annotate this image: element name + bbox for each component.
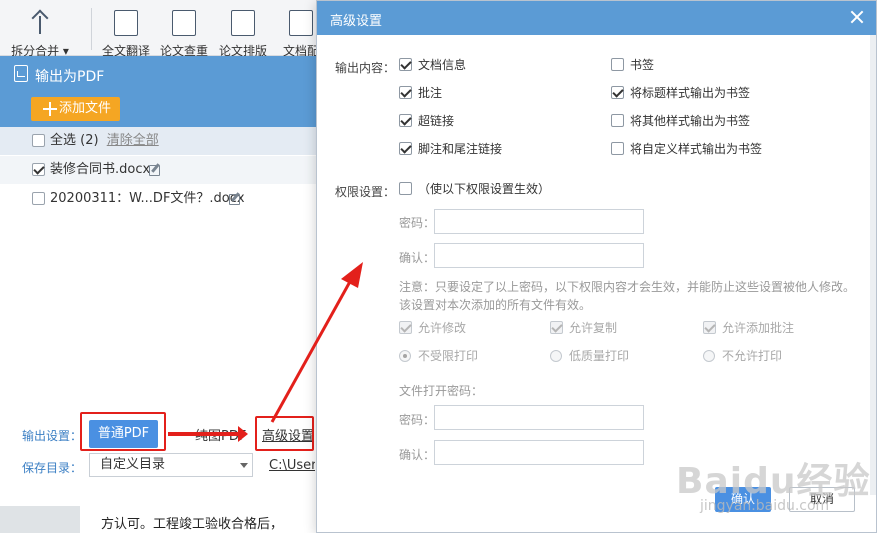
open-password-input[interactable] [434, 405, 644, 430]
password-input[interactable] [434, 209, 644, 234]
save-directory-select[interactable]: 自定义目录 [89, 453, 253, 477]
edit-icon[interactable] [149, 165, 160, 176]
heading-bookmark-label: 将标题样式输出为书签 [630, 86, 751, 100]
clear-all-link[interactable]: 清除全部 [107, 133, 159, 148]
select-all-label: 全选 (2) [50, 133, 99, 148]
output-settings-label: 输出设置： [22, 429, 83, 443]
file-name: 20200311：W...DF文件？.docx [50, 191, 245, 206]
checkbox[interactable] [703, 321, 716, 334]
file-row[interactable]: 20200311：W...DF文件？.docx [0, 185, 318, 213]
annotation-arrow-right [168, 426, 248, 442]
plus-icon [43, 102, 57, 116]
checkbox[interactable] [550, 321, 563, 334]
doc-info-label: 文档信息 [418, 58, 467, 72]
permission-note: 注意：只要设定了以上密码，以下权限内容才会生效，并能防止这些设置被他人修改。该设… [399, 280, 856, 312]
custom-style-bookmark-label: 将自定义样式输出为书签 [630, 142, 763, 156]
document-text: 方认可。工程竣工验收合格后， [101, 517, 284, 532]
dialog-title: 高级设置 [330, 14, 383, 29]
radio[interactable] [399, 350, 411, 362]
save-directory-label: 保存目录： [22, 461, 83, 475]
export-pdf-title: 输出为PDF [35, 69, 105, 85]
save-path-link[interactable]: C:\Users [269, 458, 315, 473]
dialog-titlebar: 高级设置 [317, 1, 876, 35]
open-password-field-label: 密码： [399, 413, 436, 427]
hyperlink-label: 超链接 [418, 114, 455, 128]
allow-annotate-label: 允许添加批注 [722, 321, 795, 335]
select-all-text: 全选 (2) 清除全部 [50, 127, 159, 155]
comments-label: 批注 [418, 86, 443, 100]
annotation-box-normal-pdf [80, 412, 166, 451]
file-checkbox[interactable] [32, 192, 45, 205]
edit-icon[interactable] [229, 194, 240, 205]
close-icon[interactable] [850, 10, 864, 24]
radio[interactable] [550, 350, 562, 362]
select-all-checkbox[interactable] [32, 134, 45, 147]
checkbox[interactable] [399, 142, 412, 155]
checkbox[interactable] [399, 114, 412, 127]
file-name: 装修合同书.docx [50, 162, 151, 177]
confirm-password-input[interactable] [434, 243, 644, 268]
save-directory-value: 自定义目录 [100, 457, 166, 472]
export-pdf-header: 输出为PDF 添加文件 [0, 56, 318, 127]
baidu-watermark-logo: Baidu经验 [676, 461, 871, 502]
dialog-scrollbar[interactable] [870, 35, 876, 495]
radio[interactable] [703, 350, 715, 362]
baidu-watermark-url: jingyan.baidu.com [700, 498, 830, 514]
pdf-export-icon [14, 65, 28, 82]
add-file-button[interactable]: 添加文件 [31, 97, 120, 121]
layout-document-icon [231, 10, 255, 36]
split-merge-button[interactable]: 拆分合并 ▾ [5, 10, 75, 59]
output-content-label: 输出内容： [335, 61, 396, 75]
file-row[interactable]: 装修合同书.docx [0, 156, 318, 184]
checkbox[interactable] [611, 114, 624, 127]
bookmark-label: 书签 [630, 58, 655, 72]
open-confirm-input[interactable] [434, 440, 644, 465]
permission-settings-label: 权限设置： [335, 185, 396, 199]
unrestricted-print-label: 不受限打印 [418, 349, 479, 363]
checkbox[interactable] [399, 86, 412, 99]
other-style-bookmark-label: 将其他样式输出为书签 [630, 114, 751, 128]
no-print-label: 不允许打印 [722, 349, 783, 363]
chevron-down-icon [240, 463, 248, 468]
select-all-row: 全选 (2) 清除全部 [0, 127, 318, 155]
open-confirm-label: 确认： [399, 448, 436, 462]
annotation-box-advanced [255, 416, 314, 451]
checkbox[interactable] [611, 86, 624, 99]
split-icon [28, 10, 52, 36]
footnote-link-label: 脚注和尾注链接 [418, 142, 503, 156]
translate-icon [114, 10, 138, 36]
checkbox[interactable] [399, 321, 412, 334]
low-quality-print-label: 低质量打印 [569, 349, 630, 363]
checkbox[interactable] [399, 182, 412, 195]
magnifier-document-icon [172, 10, 196, 36]
checkbox[interactable] [611, 58, 624, 71]
open-password-label: 文件打开密码： [399, 384, 484, 398]
file-checkbox[interactable] [32, 163, 45, 176]
allow-modify-label: 允许修改 [418, 321, 467, 335]
password-label: 密码： [399, 216, 436, 230]
confirm-password-label: 确认： [399, 251, 436, 265]
add-file-label: 添加文件 [59, 101, 112, 116]
enable-permission-label: （使以下权限设置生效） [418, 182, 551, 196]
allow-copy-label: 允许复制 [569, 321, 618, 335]
microphone-icon [289, 10, 313, 36]
checkbox[interactable] [399, 58, 412, 71]
checkbox[interactable] [611, 142, 624, 155]
